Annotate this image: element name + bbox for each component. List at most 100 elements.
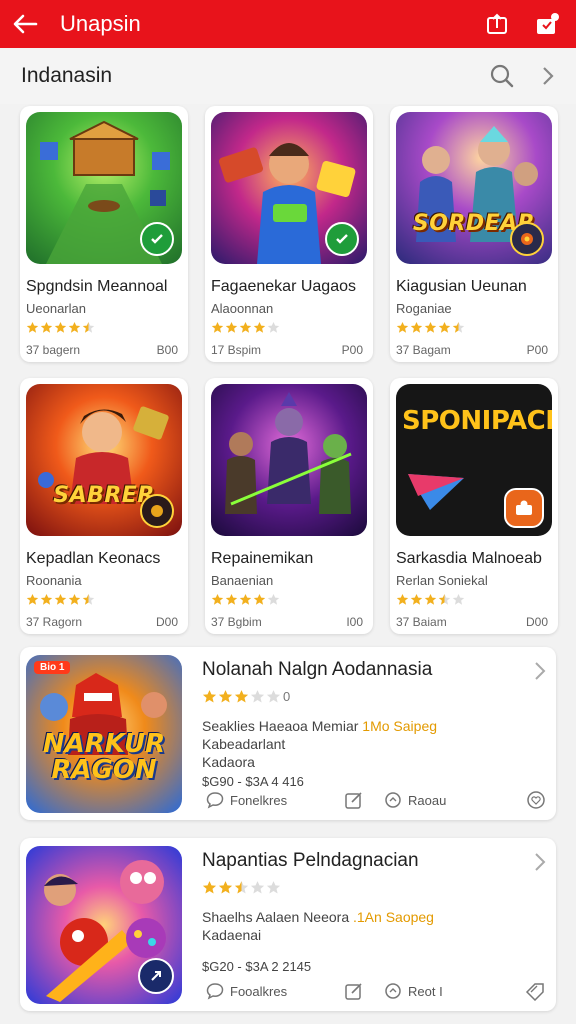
search-icon <box>490 64 514 88</box>
app-price: D00 <box>525 615 548 629</box>
star-icon <box>438 593 451 605</box>
featured-app-item[interactable]: Napantias Pelndagnacian Shaelhs Aalaen N… <box>20 838 556 1011</box>
edit-icon <box>345 792 362 809</box>
share-button[interactable] <box>476 0 518 48</box>
star-icon <box>266 690 281 703</box>
app-developer: Ueonarlan <box>26 301 86 316</box>
app-badge-icon <box>504 488 544 528</box>
star-icon <box>266 881 281 894</box>
download-count: 37 Bgbim <box>211 615 262 629</box>
app-thumbnail: SPONIPACI <box>396 384 552 536</box>
app-card[interactable]: Spgndsin Meannoal Ueonarlan 37 bagern B00 <box>20 106 188 362</box>
star-icon <box>438 321 451 333</box>
comment-button[interactable]: Fooalkres <box>206 982 344 1000</box>
back-button[interactable] <box>0 0 50 48</box>
app-thumbnail <box>26 846 182 1004</box>
chevron-right-icon[interactable] <box>534 661 546 681</box>
app-thumbnail <box>211 384 367 536</box>
download-count: 37 Ragorn <box>26 615 83 629</box>
star-icon <box>410 321 423 333</box>
app-card[interactable]: SABRER Kepadlan Keonacs Roonania 37 Rago… <box>20 378 188 634</box>
search-button[interactable] <box>484 58 520 94</box>
star-icon <box>54 593 67 605</box>
star-icon <box>202 881 217 894</box>
star-icon <box>202 690 217 703</box>
star-icon <box>250 881 265 894</box>
rating-stars <box>202 880 522 895</box>
reply-icon <box>385 792 401 808</box>
rating-count: 0 <box>283 689 291 704</box>
app-name: Napantias Pelndagnacian <box>202 850 419 871</box>
comment-button[interactable]: Fonelkres <box>206 791 344 809</box>
section-header: Indanasin <box>0 48 576 104</box>
rating-stars: 0 <box>202 689 522 704</box>
star-icon <box>211 593 224 605</box>
reply-button[interactable]: Reot I <box>384 982 524 1000</box>
reply-button[interactable]: Raoau <box>384 791 526 809</box>
app-card[interactable]: Repainemikan Banaenian 37 Bgbim I00 <box>205 378 373 634</box>
star-icon <box>253 593 266 605</box>
app-price: D00 <box>155 615 178 629</box>
price-range: $G90 - $3A 4 416 <box>202 774 304 789</box>
star-icon <box>225 321 238 333</box>
app-developer: Roganiae <box>396 301 452 316</box>
gift-icon <box>537 13 559 34</box>
featured-app-item[interactable]: Bio 1 NARKUR RAGON Nolanah Nalgn Aodannas… <box>20 647 556 820</box>
star-icon <box>250 690 265 703</box>
game-logo: NARKUR RAGON <box>42 729 166 785</box>
app-card[interactable]: Fagaenekar Uagaos Alaoonnan 17 Bspim P00 <box>205 106 373 362</box>
star-icon <box>396 593 409 605</box>
app-card[interactable]: SORDEAR Kiagusian Ueunan Roganiae 37 Bag… <box>390 106 558 362</box>
star-icon <box>218 881 233 894</box>
edit-button[interactable] <box>344 981 384 1001</box>
app-price: I00 <box>346 615 363 629</box>
star-icon <box>40 321 53 333</box>
rating-stars <box>211 593 367 607</box>
app-name: Fagaenekar Uagaos <box>211 278 356 295</box>
chevron-right-icon[interactable] <box>534 852 546 872</box>
star-icon <box>211 321 224 333</box>
edit-button[interactable] <box>344 790 384 810</box>
download-count: 37 bagern <box>26 343 81 357</box>
rating-stars <box>396 321 552 335</box>
star-icon <box>234 881 249 894</box>
star-icon <box>26 321 39 333</box>
next-button[interactable] <box>530 58 566 94</box>
favorite-button[interactable] <box>526 790 546 810</box>
app-developer: Banaenian <box>211 573 274 588</box>
comment-icon <box>206 983 224 1000</box>
star-icon <box>239 321 252 333</box>
price-range: $G20 - $3A 2 2145 <box>202 959 312 974</box>
star-icon <box>424 321 437 333</box>
app-bar: Unapsin <box>0 0 576 48</box>
app-thumbnail <box>211 112 367 264</box>
comment-icon <box>206 792 224 809</box>
star-icon <box>396 321 409 333</box>
star-icon <box>68 593 81 605</box>
tag-icon <box>525 983 544 1001</box>
star-icon <box>218 690 233 703</box>
star-icon <box>234 690 249 703</box>
app-price: P00 <box>526 343 548 357</box>
tag-button[interactable] <box>524 981 546 1001</box>
star-icon <box>225 593 238 605</box>
app-badge-icon <box>510 222 544 256</box>
app-developer: Kabeadarlant <box>202 736 286 752</box>
app-name: Repainemikan <box>211 550 314 567</box>
rating-stars <box>396 593 552 607</box>
star-icon <box>54 321 67 333</box>
star-icon <box>424 593 437 605</box>
star-icon <box>452 593 465 605</box>
gift-button[interactable] <box>526 0 568 48</box>
app-badge-icon <box>140 222 174 256</box>
star-icon <box>452 321 465 333</box>
app-category: Kadaora <box>202 754 255 770</box>
app-name: Kiagusian Ueunan <box>396 278 527 295</box>
star-icon <box>267 593 280 605</box>
app-thumbnail: SORDEAR <box>396 112 552 264</box>
star-icon <box>68 321 81 333</box>
promo-tag: Bio 1 <box>34 661 71 674</box>
app-badge-icon <box>325 222 359 256</box>
download-count: 37 Baiam <box>396 615 447 629</box>
app-card[interactable]: SPONIPACI Sarkasdia Malnoeab Rerlan Soni… <box>390 378 558 634</box>
